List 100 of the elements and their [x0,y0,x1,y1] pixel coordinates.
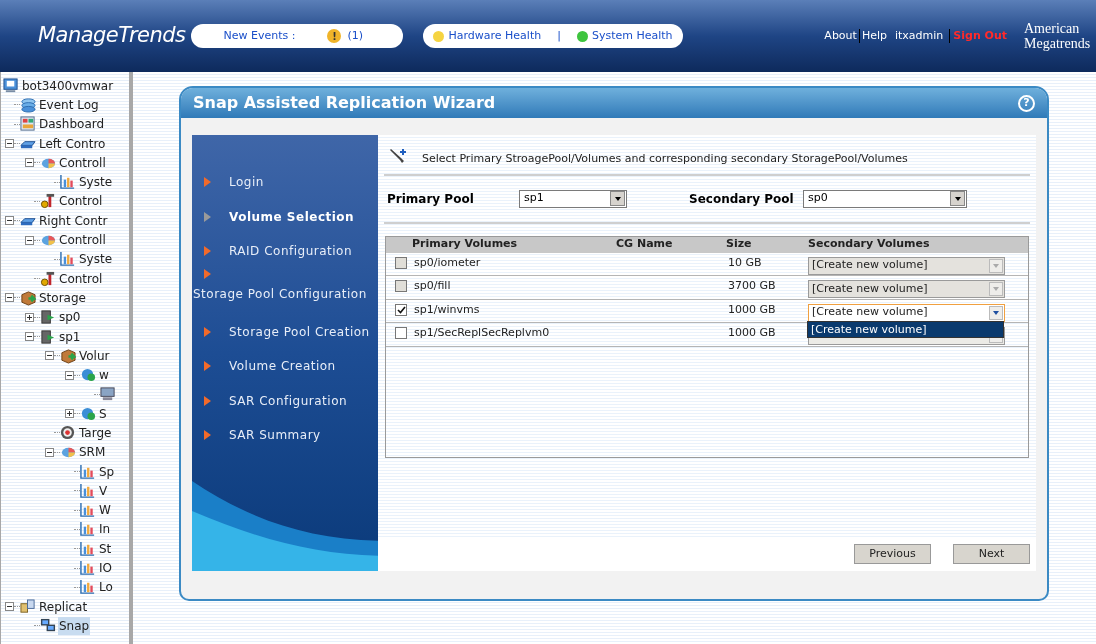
tree-item[interactable]: Controll [58,153,107,172]
tree-item[interactable]: St [98,539,113,558]
tree-item[interactable]: bot3400vmwar [21,76,115,95]
bar-chart-icon [80,463,96,480]
tree-item[interactable]: Controll [58,231,107,249]
app-logo: ManageTrends [38,22,186,50]
health-link[interactable]: Hardware Health [448,27,542,45]
column-header: Secondary Volumes [808,236,931,253]
tree-item[interactable]: V [98,481,109,500]
server-icon [40,309,56,326]
secondary-pool-select[interactable]: sp0 [803,189,967,208]
tree-item[interactable]: Control [58,269,104,288]
server-icon [40,328,56,345]
tree-item[interactable]: Syste [78,250,114,269]
collapse-icon[interactable] [25,235,34,245]
volume-select[interactable]: [Create new volume] [808,303,1005,322]
tree-item[interactable]: Left Contro [38,134,107,153]
computer-icon [3,77,19,94]
table-cell-text: sp1/SecReplSecReplvm0 [414,325,551,341]
collapse-icon[interactable] [45,351,54,361]
table-cell-text: 10 GB [727,254,763,271]
wizard-step[interactable]: Storage Pool Configuration [192,284,367,303]
primary-pool-label: Primary Pool [387,190,475,208]
tree-item[interactable]: Sp [98,462,116,481]
event-count[interactable]: (1) [347,27,364,45]
tree-item[interactable]: Volur [78,346,111,365]
bar-chart-icon [60,174,76,191]
tree-item[interactable]: Replicat [38,597,89,616]
primary-pool-select[interactable]: sp1 [519,189,627,208]
wizard-title: Snap Assisted Replication Wizard [193,92,496,114]
checkbox[interactable] [395,327,407,339]
collapse-icon[interactable] [65,370,74,380]
column-header: Primary Volumes [411,236,519,253]
collapse-icon[interactable] [5,293,14,303]
tree-item[interactable]: Control [58,192,104,211]
tree-item[interactable]: Syste [78,173,114,192]
volume-select: [Create new volume] [808,256,1005,275]
table-cell-text: 1000 GB [727,325,777,341]
column-header: Size [726,236,753,253]
secondary-pool-label: Secondary Pool [689,190,795,208]
checkbox[interactable] [395,303,407,316]
expand-icon[interactable] [65,409,74,419]
username-link[interactable]: itxadmin [888,27,950,45]
tree-item[interactable]: Dashboard [38,115,106,134]
dashboard-icon [20,116,36,133]
monitor-icon [100,386,116,403]
tree-item[interactable]: SRM [78,443,107,462]
wizard-button[interactable]: Next [953,544,1030,564]
warning-icon: ! [327,29,342,43]
new-events-link[interactable]: New Events : [223,27,328,45]
wizard-step[interactable]: Volume Creation [229,357,336,376]
wizard-step[interactable]: SAR Summary [229,426,321,445]
disk-icon [80,367,96,384]
wrench-icon [388,147,408,166]
tree-item[interactable]: Right Contr [38,211,109,230]
table-cell-text: sp1/winvms [414,301,481,318]
tree-item[interactable]: Event Log [38,95,100,114]
bar-chart-icon [80,482,96,499]
instruction-text: Select Primary StroagePool/Volumes and corresponding secondary StoragePool/Volumes [422,151,908,167]
header-link[interactable]: About [822,27,859,45]
tools-icon [40,193,56,210]
tree-item[interactable]: IO [98,559,113,578]
wizard-step[interactable]: SAR Configuration [229,391,348,410]
tree-item[interactable]: Lo [98,578,114,597]
tree-item[interactable]: Snap [58,616,91,635]
dropdown-option[interactable]: [Create new volume] [808,321,1003,337]
bar-chart-icon [80,521,96,538]
table-cell-text: 3700 GB [727,278,777,294]
tree-item[interactable]: w [98,366,110,385]
network-icon [40,617,56,634]
bar-chart-icon [80,560,96,577]
collapse-icon[interactable] [5,139,14,149]
collapse-icon[interactable] [5,216,14,226]
header-link[interactable]: Help [859,27,889,45]
tree-item[interactable]: sp0 [58,308,82,327]
wizard-step[interactable]: Login [229,173,264,192]
bar-chart-icon [80,540,96,557]
bar-chart-icon [60,251,76,268]
wizard-step[interactable]: Volume Selection [229,207,355,226]
folders-icon [20,598,36,615]
collapse-icon[interactable] [25,158,34,168]
tree-item[interactable]: Targe [78,424,113,442]
tree-item[interactable]: In [98,520,112,539]
box-icon [60,347,76,364]
tree-item[interactable]: W [98,501,112,520]
expand-icon[interactable] [25,312,34,322]
volume-select: [Create new volume] [808,280,1005,298]
collapse-icon[interactable] [45,447,54,457]
tree-item[interactable]: sp1 [58,327,82,346]
tree-item[interactable]: Storage [38,288,87,307]
wizard-step[interactable]: RAID Configuration [229,242,353,261]
stack-icon [20,96,36,113]
target-icon [60,425,76,441]
health-link[interactable]: System Health [591,27,673,45]
tree-item[interactable]: S [98,404,108,423]
wizard-step[interactable]: Storage Pool Creation [229,322,370,341]
collapse-icon[interactable] [5,602,14,612]
column-header: CG Name [615,236,674,253]
collapse-icon[interactable] [25,332,34,341]
wizard-button[interactable]: Previous [854,544,931,564]
